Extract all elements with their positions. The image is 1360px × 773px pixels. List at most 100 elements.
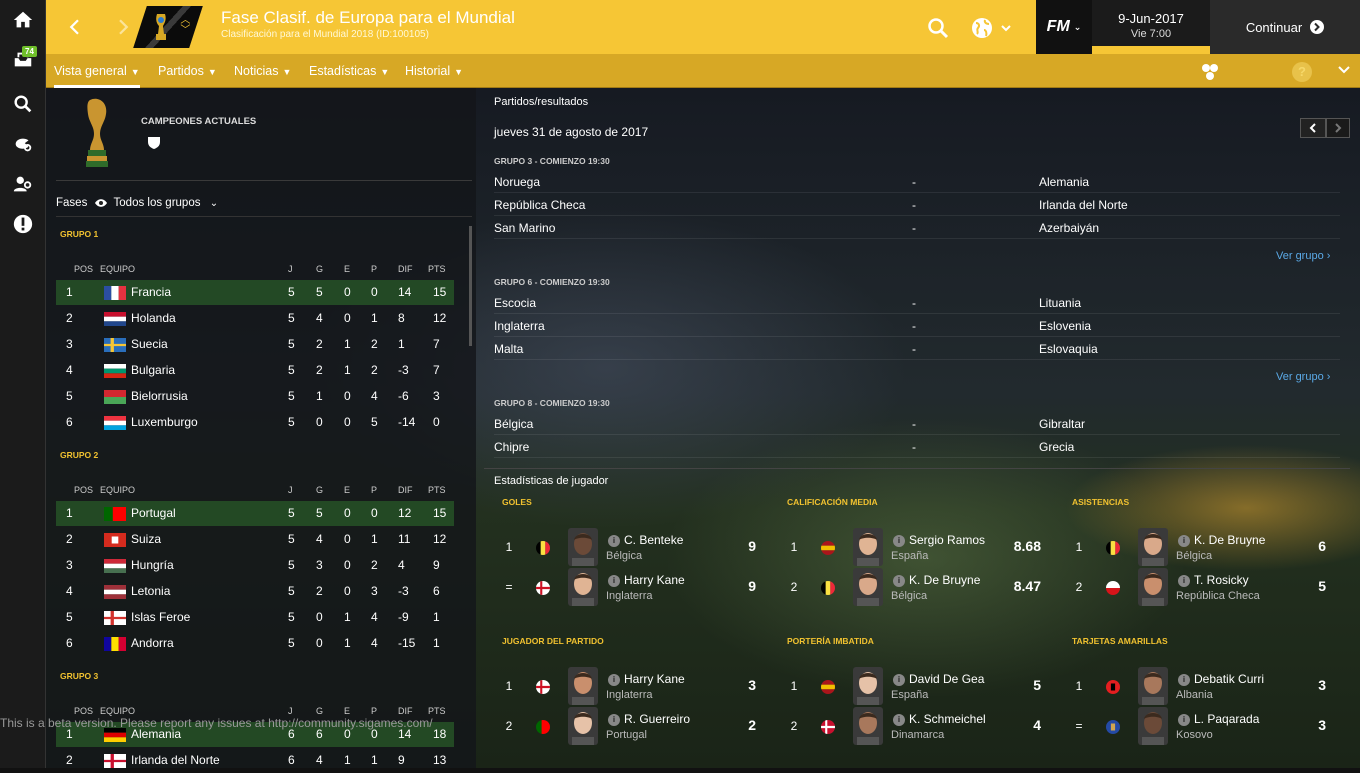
globe-menu-button[interactable] bbox=[970, 14, 1014, 42]
fixture-away-team[interactable]: Irlanda del Norte bbox=[1039, 198, 1128, 212]
stat-row[interactable]: 2 i K. Schmeichel Dinamarca 4 bbox=[781, 707, 1051, 747]
team-name[interactable]: Letonia bbox=[131, 579, 170, 604]
team-name[interactable]: Suecia bbox=[131, 332, 168, 357]
player-name[interactable]: L. Paqarada bbox=[1194, 712, 1259, 726]
stat-row[interactable]: 2 i T. Rosicky República Checa 5 bbox=[1066, 568, 1336, 608]
table-row[interactable]: 4 Bulgaria 5 2 1 2 -3 7 bbox=[56, 358, 454, 383]
fixture-row[interactable]: República Checa - Irlanda del Norte bbox=[494, 193, 1340, 216]
info-icon[interactable]: i bbox=[608, 535, 620, 547]
people-search-icon[interactable] bbox=[0, 166, 46, 202]
info-icon[interactable]: i bbox=[1178, 714, 1190, 726]
team-name[interactable]: Francia bbox=[131, 280, 171, 305]
player-name[interactable]: T. Rosicky bbox=[1194, 573, 1249, 587]
team-name[interactable]: Hungría bbox=[131, 553, 174, 578]
fixture-row[interactable]: San Marino - Azerbaiyán bbox=[494, 216, 1340, 239]
player-face-icon[interactable] bbox=[853, 528, 883, 566]
fixture-home-team[interactable]: República Checa bbox=[494, 198, 585, 212]
info-icon[interactable]: i bbox=[893, 714, 905, 726]
competition-logo[interactable]: ︿ ﹀ bbox=[133, 6, 203, 48]
player-face-icon[interactable] bbox=[1138, 667, 1168, 705]
table-row[interactable]: 1 Portugal 5 5 0 0 12 15 bbox=[56, 501, 454, 526]
player-name[interactable]: Sergio Ramos bbox=[909, 533, 985, 547]
team-name[interactable]: Luxemburgo bbox=[131, 410, 198, 435]
search-icon[interactable] bbox=[926, 16, 950, 40]
table-row[interactable]: 5 Islas Feroe 5 0 1 4 -9 1 bbox=[56, 605, 454, 630]
fases-filter[interactable]: Fases Todos los grupos ⌄ bbox=[56, 197, 218, 209]
continue-button[interactable]: Continuar bbox=[1210, 0, 1360, 54]
player-name[interactable]: K. De Bruyne bbox=[909, 573, 980, 587]
next-day-button[interactable] bbox=[1326, 118, 1350, 138]
info-icon[interactable]: i bbox=[893, 535, 905, 547]
info-icon[interactable]: i bbox=[1178, 575, 1190, 587]
stat-row[interactable]: 1 i Debatik Curri Albania 3 bbox=[1066, 667, 1336, 707]
tab-partidos[interactable]: Partidos ▼ bbox=[158, 54, 217, 88]
player-name[interactable]: David De Gea bbox=[909, 672, 984, 686]
fixture-row[interactable]: Noruega - Alemania bbox=[494, 170, 1340, 193]
info-icon[interactable]: i bbox=[893, 674, 905, 686]
info-icon[interactable]: i bbox=[608, 674, 620, 686]
fixture-home-team[interactable]: Noruega bbox=[494, 175, 540, 189]
player-face-icon[interactable] bbox=[853, 707, 883, 745]
player-name[interactable]: Debatik Curri bbox=[1194, 672, 1264, 686]
fixture-row[interactable]: Chipre - Grecia bbox=[494, 435, 1340, 458]
table-row[interactable]: 6 Andorra 5 0 1 4 -15 1 bbox=[56, 631, 454, 656]
table-row[interactable]: 1 Francia 5 5 0 0 14 15 bbox=[56, 280, 454, 305]
player-name[interactable]: C. Benteke bbox=[624, 533, 683, 547]
player-face-icon[interactable] bbox=[1138, 707, 1168, 745]
back-arrow-icon[interactable] bbox=[60, 12, 90, 42]
table-row[interactable]: 5 Bielorrusia 5 1 0 4 -6 3 bbox=[56, 384, 454, 409]
stat-row[interactable]: = i L. Paqarada Kosovo 3 bbox=[1066, 707, 1336, 747]
date-box[interactable]: 9-Jun-2017 Vie 7:00 bbox=[1092, 0, 1210, 46]
stat-row[interactable]: 2 i K. De Bruyne Bélgica 8.47 bbox=[781, 568, 1051, 608]
fixture-row[interactable]: Inglaterra - Eslovenia bbox=[494, 314, 1340, 337]
fixture-away-team[interactable]: Grecia bbox=[1039, 440, 1074, 454]
fixture-away-team[interactable]: Gibraltar bbox=[1039, 417, 1085, 431]
fixture-home-team[interactable]: Inglaterra bbox=[494, 319, 545, 333]
scrollbar[interactable] bbox=[469, 226, 472, 346]
ver-grupo-link[interactable]: Ver grupo › bbox=[1276, 250, 1330, 262]
table-row[interactable]: 2 Suiza 5 4 0 1 11 12 bbox=[56, 527, 454, 552]
search-icon[interactable] bbox=[0, 86, 46, 122]
stat-row[interactable]: 2 i R. Guerreiro Portugal 2 bbox=[496, 707, 766, 747]
tab-estadisticas[interactable]: Estadísticas ▼ bbox=[309, 54, 389, 88]
player-name[interactable]: K. Schmeichel bbox=[909, 712, 986, 726]
player-name[interactable]: Harry Kane bbox=[624, 672, 685, 686]
stat-row[interactable]: 1 i Sergio Ramos España 8.68 bbox=[781, 528, 1051, 568]
group-label[interactable]: GRUPO 3 bbox=[60, 671, 98, 681]
fixture-row[interactable]: Bélgica - Gibraltar bbox=[494, 412, 1340, 435]
home-icon[interactable] bbox=[0, 2, 46, 38]
table-row[interactable]: 4 Letonia 5 2 0 3 -3 6 bbox=[56, 579, 454, 604]
player-face-icon[interactable] bbox=[568, 568, 598, 606]
player-face-icon[interactable] bbox=[568, 667, 598, 705]
fixture-home-team[interactable]: San Marino bbox=[494, 221, 555, 235]
team-name[interactable]: Andorra bbox=[131, 631, 174, 656]
help-icon[interactable]: ? bbox=[1292, 62, 1312, 82]
fixture-away-team[interactable]: Eslovenia bbox=[1039, 319, 1091, 333]
player-name[interactable]: R. Guerreiro bbox=[624, 712, 690, 726]
fixture-home-team[interactable]: Chipre bbox=[494, 440, 529, 454]
player-name[interactable]: K. De Bruyne bbox=[1194, 533, 1265, 547]
info-icon[interactable]: i bbox=[1178, 674, 1190, 686]
scouting-icon[interactable] bbox=[0, 126, 46, 162]
player-face-icon[interactable] bbox=[853, 667, 883, 705]
fixture-away-team[interactable]: Azerbaiyán bbox=[1039, 221, 1099, 235]
team-name[interactable]: Portugal bbox=[131, 501, 176, 526]
fixture-home-team[interactable]: Malta bbox=[494, 342, 523, 356]
sponsors-icon[interactable] bbox=[1200, 62, 1220, 82]
player-face-icon[interactable] bbox=[568, 707, 598, 745]
tab-vista-general[interactable]: Vista general ▼ bbox=[54, 54, 140, 88]
tab-noticias[interactable]: Noticias ▼ bbox=[234, 54, 291, 88]
info-icon[interactable]: i bbox=[608, 575, 620, 587]
stat-row[interactable]: 1 i Harry Kane Inglaterra 3 bbox=[496, 667, 766, 707]
fixture-home-team[interactable]: Escocia bbox=[494, 296, 536, 310]
stat-row[interactable]: = i Harry Kane Inglaterra 9 bbox=[496, 568, 766, 608]
info-icon[interactable]: i bbox=[608, 714, 620, 726]
previous-day-button[interactable] bbox=[1300, 118, 1326, 138]
player-name[interactable]: Harry Kane bbox=[624, 573, 685, 587]
chevron-down-icon[interactable] bbox=[1336, 62, 1352, 78]
player-face-icon[interactable] bbox=[853, 568, 883, 606]
fixture-away-team[interactable]: Eslovaquia bbox=[1039, 342, 1098, 356]
team-name[interactable]: Holanda bbox=[131, 306, 176, 331]
team-name[interactable]: Bulgaria bbox=[131, 358, 175, 383]
team-name[interactable]: Islas Feroe bbox=[131, 605, 190, 630]
